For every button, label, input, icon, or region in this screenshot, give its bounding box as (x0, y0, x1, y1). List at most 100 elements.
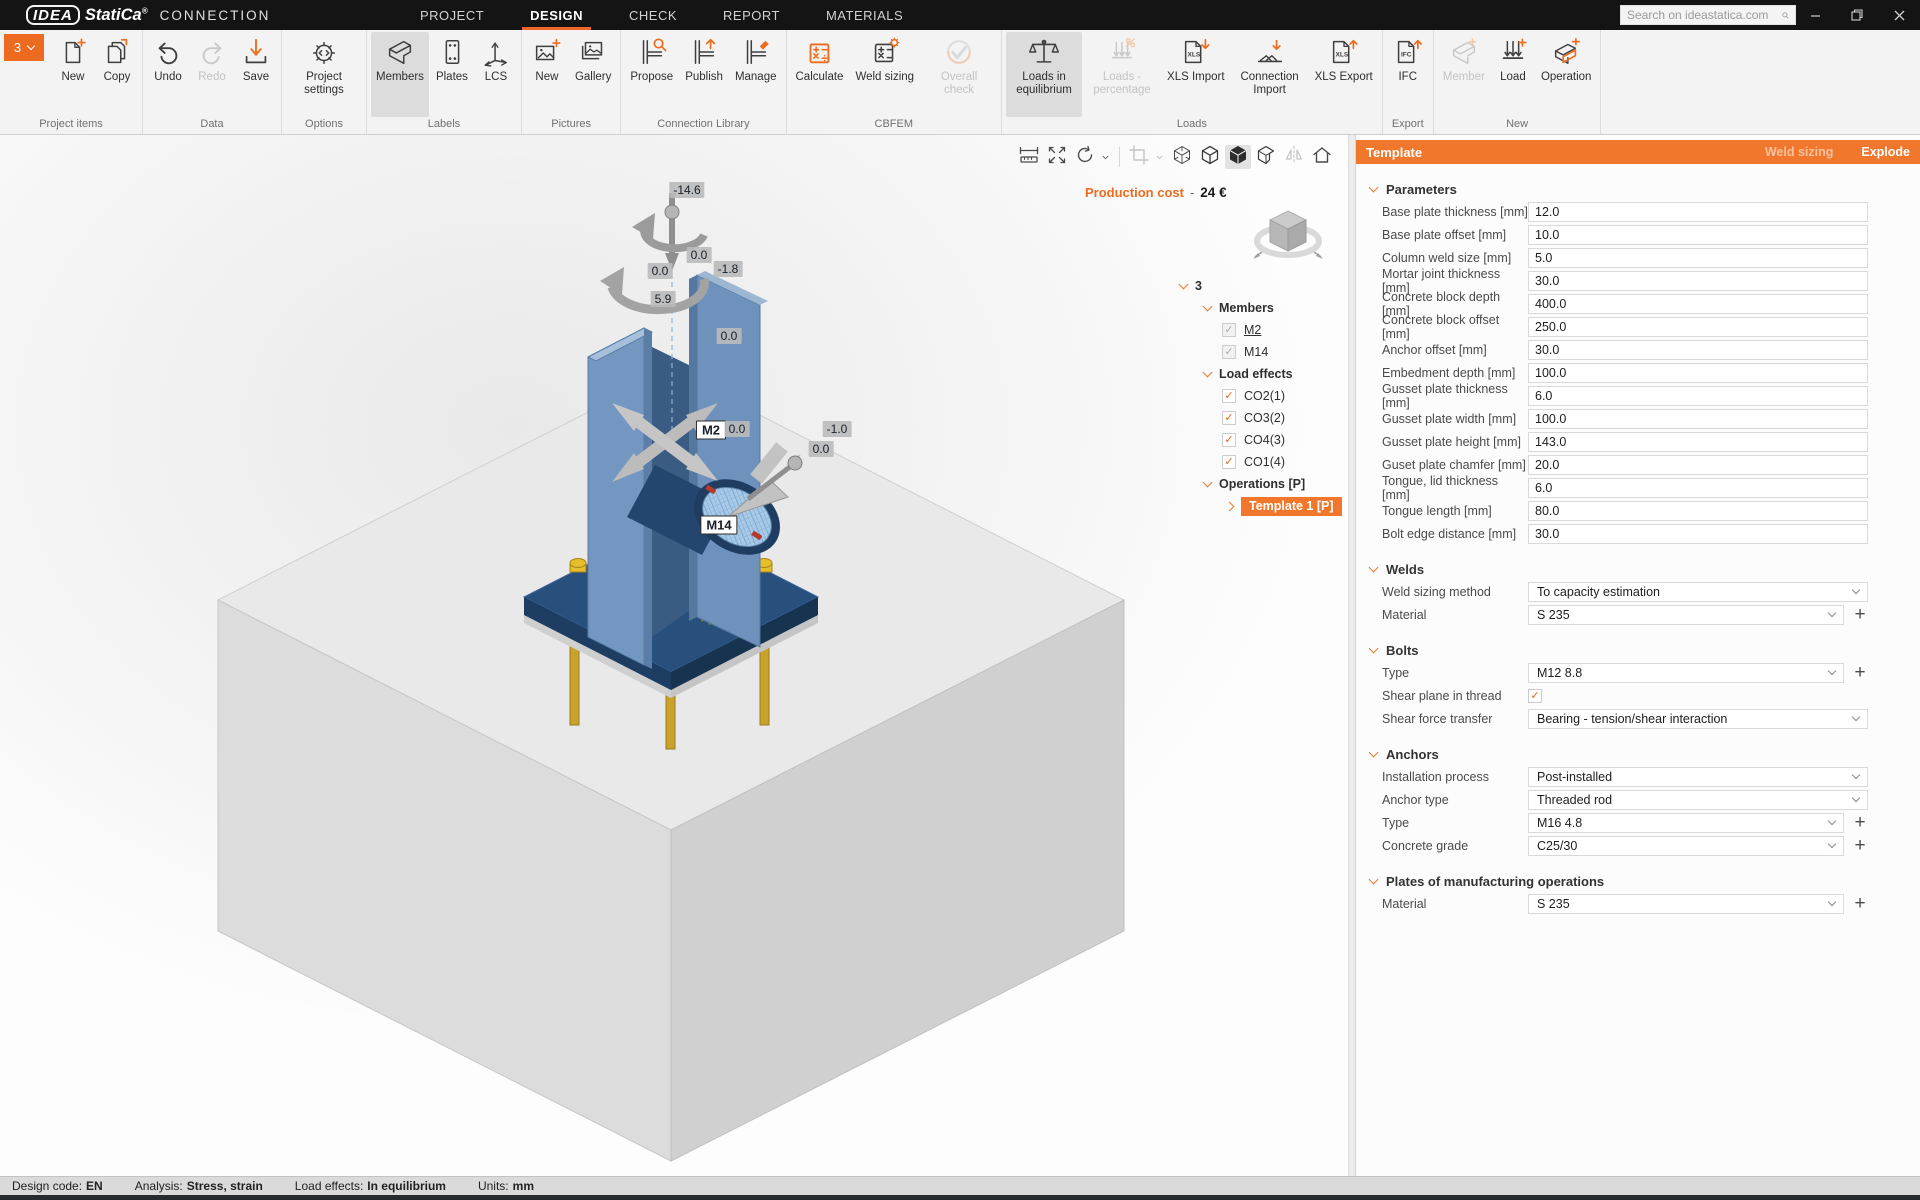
chevron-down-icon[interactable] (1203, 477, 1213, 487)
input-concrete-block-offset-mm[interactable] (1528, 317, 1868, 337)
input-gusset-plate-height-mm[interactable] (1528, 432, 1868, 452)
select-type[interactable]: M16 4.8 (1528, 813, 1844, 833)
wireframe-view-button[interactable] (1169, 145, 1195, 169)
input-tongue-length-mm[interactable] (1528, 501, 1868, 521)
ribbon-button-connection-import[interactable]: Connection Import (1232, 32, 1308, 117)
ribbon-button-undo[interactable]: Undo (147, 32, 189, 117)
input-column-weld-size-mm[interactable] (1528, 248, 1868, 268)
tree-item-co3-2[interactable]: ✓CO3(2) (1180, 407, 1348, 429)
view-cube[interactable] (1248, 199, 1328, 269)
rotate-view-dropdown[interactable] (1100, 145, 1113, 169)
solid-view-button[interactable] (1225, 145, 1251, 169)
measure-button[interactable] (1016, 145, 1042, 169)
member-label-m2[interactable]: M2 (696, 421, 726, 440)
chevron-down-icon[interactable] (1203, 367, 1213, 377)
tree-root[interactable]: 3 (1180, 275, 1348, 297)
project-item-selector[interactable]: 3 (4, 34, 44, 61)
ribbon-button-lcs[interactable]: LCS (475, 32, 517, 117)
select-material[interactable]: S 235 (1528, 894, 1844, 914)
menu-tab-report[interactable]: REPORT (723, 0, 780, 30)
ribbon-button-copy[interactable]: Copy (96, 32, 138, 117)
ribbon-button-ifc[interactable]: IFCIFC (1387, 32, 1429, 117)
tree-item-template-1-p[interactable]: Template 1 [P] (1180, 495, 1348, 517)
checkbox-co1-4[interactable]: ✓ (1222, 455, 1236, 469)
home-view-button[interactable] (1309, 145, 1335, 169)
add-material-button[interactable]: + (1852, 607, 1868, 623)
checkbox-shear-plane-in-thread[interactable]: ✓ (1528, 689, 1542, 703)
weld-sizing-button[interactable]: Weld sizing (1765, 145, 1834, 159)
section-header-parameters[interactable]: Parameters (1356, 178, 1920, 200)
section-header-welds[interactable]: Welds (1356, 558, 1920, 580)
menu-tab-project[interactable]: PROJECT (420, 0, 484, 30)
ribbon-button-members[interactable]: Members (371, 32, 429, 117)
select-type[interactable]: M12 8.8 (1528, 663, 1844, 683)
input-gusset-plate-width-mm[interactable] (1528, 409, 1868, 429)
section-header-plates-of-manufacturing-operations[interactable]: Plates of manufacturing operations (1356, 870, 1920, 892)
ribbon-button-xls-import[interactable]: XLSXLS Import (1162, 32, 1230, 117)
panel-splitter[interactable] (1348, 135, 1356, 1176)
restore-button[interactable] (1836, 0, 1878, 30)
select-anchor-type[interactable]: Threaded rod (1528, 790, 1868, 810)
checkbox-m2[interactable]: ✓ (1222, 323, 1236, 337)
close-button[interactable] (1878, 0, 1920, 30)
member-label-m14[interactable]: M14 (700, 516, 737, 535)
input-bolt-edge-distance-mm[interactable] (1528, 524, 1868, 544)
chevron-down-icon[interactable] (1369, 182, 1379, 192)
ribbon-button-project-settings[interactable]: Project settings (286, 32, 362, 117)
section-header-anchors[interactable]: Anchors (1356, 743, 1920, 765)
chevron-down-icon[interactable] (1179, 279, 1189, 289)
checkbox-m14[interactable]: ✓ (1222, 345, 1236, 359)
section-header-bolts[interactable]: Bolts (1356, 639, 1920, 661)
select-material[interactable]: S 235 (1528, 605, 1844, 625)
select-weld-sizing-method[interactable]: To capacity estimation (1528, 582, 1868, 602)
tree-item-co2-1[interactable]: ✓CO2(1) (1180, 385, 1348, 407)
ribbon-button-loads-in-equilibrium[interactable]: Loads in equilibrium (1006, 32, 1082, 117)
checkbox-co4-3[interactable]: ✓ (1222, 433, 1236, 447)
tree-item-m14[interactable]: ✓M14 (1180, 341, 1348, 363)
zoom-fit-button[interactable] (1044, 145, 1070, 169)
input-concrete-block-depth-mm[interactable] (1528, 294, 1868, 314)
input-base-plate-offset-mm[interactable] (1528, 225, 1868, 245)
search-input[interactable] (1627, 8, 1782, 22)
checkbox-co2-1[interactable]: ✓ (1222, 389, 1236, 403)
menu-tab-design[interactable]: DESIGN (530, 0, 583, 30)
hidden-line-view-button[interactable] (1197, 145, 1223, 169)
ribbon-button-propose[interactable]: Propose (625, 32, 678, 117)
chevron-down-icon[interactable] (1369, 643, 1379, 653)
clip-view-button[interactable] (1253, 145, 1279, 169)
menu-tab-materials[interactable]: MATERIALS (826, 0, 903, 30)
ribbon-button-plates[interactable]: Plates (431, 32, 473, 117)
ribbon-button-xls-export[interactable]: XLSXLS Export (1310, 32, 1378, 117)
add-type-button[interactable]: + (1852, 815, 1868, 831)
ribbon-button-operation[interactable]: Operation (1536, 32, 1597, 117)
chevron-down-icon[interactable] (1369, 562, 1379, 572)
ribbon-button-new[interactable]: New (52, 32, 94, 117)
ribbon-button-publish[interactable]: Publish (680, 32, 728, 117)
tree-section-operations-p[interactable]: Operations [P] (1180, 473, 1348, 495)
input-base-plate-thickness-mm[interactable] (1528, 202, 1868, 222)
input-guset-plate-chamfer-mm[interactable] (1528, 455, 1868, 475)
chevron-down-icon[interactable] (1369, 874, 1379, 884)
minimize-button[interactable] (1794, 0, 1836, 30)
rotate-view-button[interactable] (1072, 145, 1098, 169)
menu-tab-check[interactable]: CHECK (629, 0, 677, 30)
chevron-right-icon[interactable] (1225, 501, 1235, 511)
tree-section-members[interactable]: Members (1180, 297, 1348, 319)
select-concrete-grade[interactable]: C25/30 (1528, 836, 1844, 856)
explode-button[interactable]: Explode (1861, 145, 1910, 159)
select-installation-process[interactable]: Post-installed (1528, 767, 1868, 787)
ribbon-button-weld-sizing[interactable]: Weld sizing (850, 32, 919, 117)
input-embedment-depth-mm[interactable] (1528, 363, 1868, 383)
input-mortar-joint-thickness-mm[interactable] (1528, 271, 1868, 291)
chevron-down-icon[interactable] (1369, 747, 1379, 757)
checkbox-co3-2[interactable]: ✓ (1222, 411, 1236, 425)
select-shear-force-transfer[interactable]: Bearing - tension/shear interaction (1528, 709, 1868, 729)
tree-item-co1-4[interactable]: ✓CO1(4) (1180, 451, 1348, 473)
ribbon-button-gallery[interactable]: Gallery (570, 32, 616, 117)
tree-section-load-effects[interactable]: Load effects (1180, 363, 1348, 385)
input-gusset-plate-thickness-mm[interactable] (1528, 386, 1868, 406)
add-type-button[interactable]: + (1852, 665, 1868, 681)
ribbon-button-manage[interactable]: Manage (730, 32, 782, 117)
input-tongue-lid-thickness-mm[interactable] (1528, 478, 1868, 498)
add-concrete-grade-button[interactable]: + (1852, 838, 1868, 854)
